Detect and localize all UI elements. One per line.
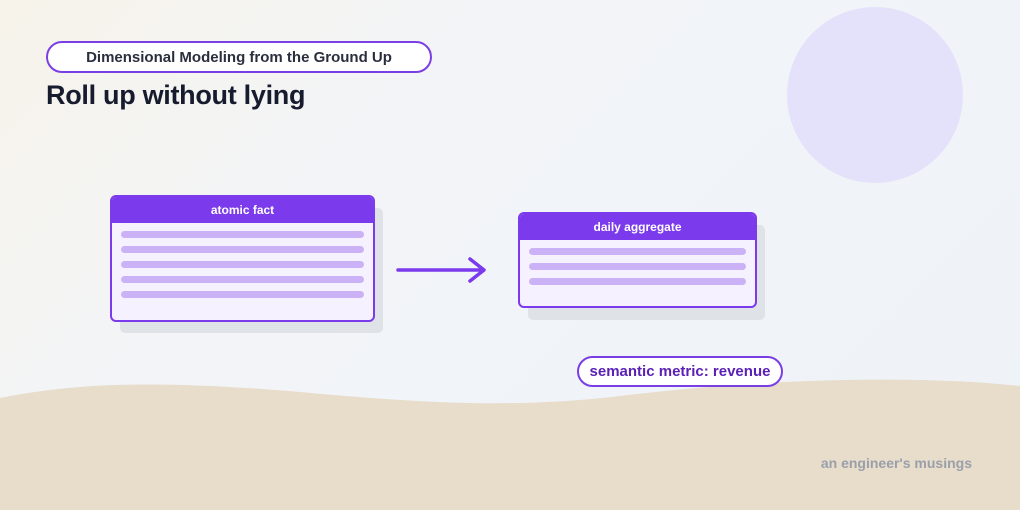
atomic-fact-header: atomic fact — [112, 197, 373, 223]
table-row — [121, 261, 364, 268]
page-title: Roll up without lying — [46, 80, 306, 110]
footer-credit: an engineer's musings — [820, 455, 972, 471]
table-row — [121, 246, 364, 253]
table-row — [121, 276, 364, 283]
semantic-metric-label: semantic metric: revenue — [589, 363, 771, 380]
table-row — [529, 278, 746, 285]
table-row — [121, 231, 364, 238]
daily-aggregate-header: daily aggregate — [520, 214, 755, 240]
semantic-metric-badge: semantic metric: revenue — [577, 356, 783, 387]
daily-aggregate-rows — [520, 240, 755, 285]
table-row — [121, 291, 364, 298]
daily-aggregate-table: daily aggregate — [518, 212, 757, 308]
decorative-circle — [787, 7, 963, 183]
table-row — [529, 248, 746, 255]
table-row — [529, 263, 746, 270]
atomic-fact-table: atomic fact — [110, 195, 375, 322]
series-badge: Dimensional Modeling from the Ground Up — [46, 41, 432, 73]
series-label: Dimensional Modeling from the Ground Up — [86, 48, 392, 66]
atomic-fact-rows — [112, 223, 373, 298]
flow-arrow — [396, 257, 486, 283]
ground-wave — [0, 379, 1020, 510]
